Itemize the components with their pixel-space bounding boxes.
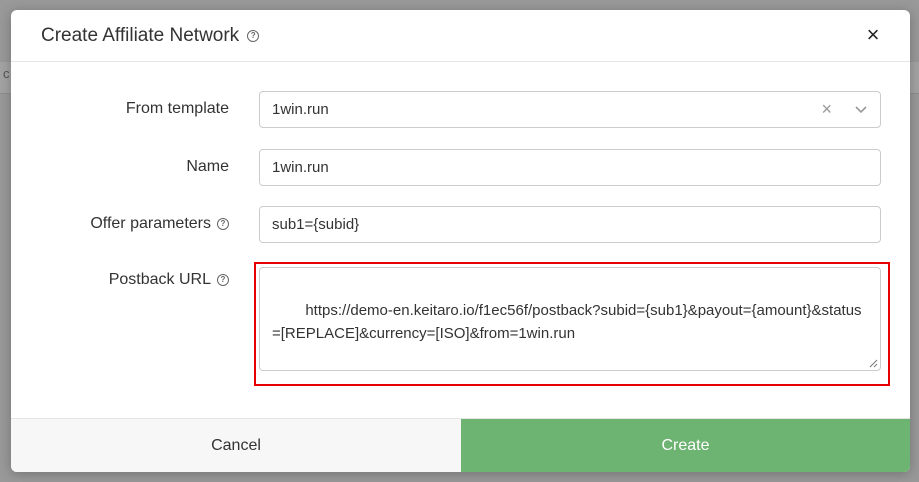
close-button[interactable]: × xyxy=(862,24,884,46)
chevron-down-icon[interactable] xyxy=(854,102,868,116)
postback-url-label: Postback URL ? xyxy=(109,271,229,289)
close-icon: × xyxy=(866,22,880,47)
modal-title: Create Affiliate Network xyxy=(41,24,240,46)
postback-url-textarea[interactable]: https://demo-en.keitaro.io/f1ec56f/postb… xyxy=(259,267,881,371)
name-label-text: Name xyxy=(186,158,229,175)
postback-url-help-icon[interactable]: ? xyxy=(217,274,229,286)
name-value: 1win.run xyxy=(272,159,329,176)
from-template-select[interactable]: 1win.run × xyxy=(259,91,881,128)
clear-icon[interactable]: × xyxy=(821,100,832,118)
offer-parameters-help-icon[interactable]: ? xyxy=(217,218,229,230)
background-text: c xyxy=(3,66,10,81)
resize-handle-icon[interactable] xyxy=(869,359,878,368)
offer-parameters-label: Offer parameters ? xyxy=(90,215,229,233)
cancel-button[interactable]: Cancel xyxy=(11,419,461,472)
modal-header: Create Affiliate Network ? × xyxy=(11,10,910,62)
name-label: Name xyxy=(186,158,229,176)
offer-parameters-input[interactable]: sub1={subid} xyxy=(259,206,881,243)
from-template-value: 1win.run xyxy=(272,101,329,118)
create-affiliate-network-dialog: Create Affiliate Network ? × From templa… xyxy=(11,10,910,472)
create-button[interactable]: Create xyxy=(461,419,910,472)
question-circle-icon[interactable]: ? xyxy=(247,29,260,42)
offer-parameters-label-text: Offer parameters xyxy=(90,215,211,232)
postback-url-value: https://demo-en.keitaro.io/f1ec56f/postb… xyxy=(272,302,862,342)
from-template-label-text: From template xyxy=(125,100,229,117)
name-input[interactable]: 1win.run xyxy=(259,149,881,186)
postback-url-label-text: Postback URL xyxy=(108,271,211,288)
from-template-label: From template xyxy=(126,100,229,118)
offer-parameters-value: sub1={subid} xyxy=(272,216,360,233)
modal-footer: Cancel Create xyxy=(11,418,910,472)
